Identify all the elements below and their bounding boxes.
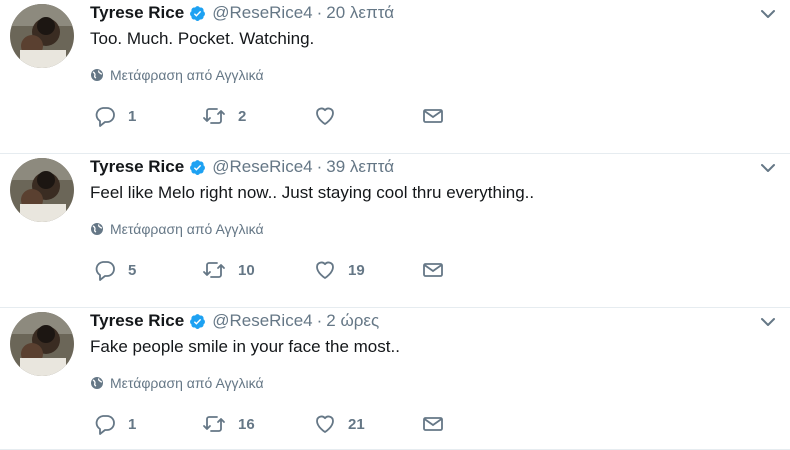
reply-icon	[95, 107, 115, 127]
display-name[interactable]: Tyrese Rice	[90, 311, 184, 331]
globe-icon	[91, 377, 103, 389]
like-count: 21	[348, 415, 365, 433]
translate-link[interactable]: Μετάφραση από Αγγλικά	[90, 375, 780, 391]
tweet-header: Tyrese Rice @ReseRice4 · 2 ώρες	[90, 308, 780, 334]
reply-count: 1	[128, 107, 137, 125]
tweet-header: Tyrese Rice @ReseRice4 · 20 λεπτά	[90, 0, 780, 26]
reply-count: 5	[128, 261, 137, 279]
translate-label: Μετάφραση από Αγγλικά	[110, 221, 264, 237]
like-count: 19	[348, 261, 365, 279]
tweet-actions: 1 2	[90, 103, 470, 129]
tweet-feed: Tyrese Rice @ReseRice4 · 20 λεπτά Too. M…	[0, 0, 790, 450]
translate-link[interactable]: Μετάφραση από Αγγλικά	[90, 67, 780, 83]
handle[interactable]: @ReseRice4	[212, 157, 312, 177]
verified-badge-icon	[190, 5, 206, 21]
avatar[interactable]	[10, 312, 74, 376]
envelope-icon	[423, 263, 443, 277]
translate-link[interactable]: Μετάφραση από Αγγλικά	[90, 221, 780, 237]
reply-button[interactable]: 1	[94, 103, 136, 129]
direct-message-button[interactable]	[422, 411, 444, 437]
tweet[interactable]: Tyrese Rice @ReseRice4 · 39 λεπτά Feel l…	[0, 154, 790, 308]
separator-dot: ·	[316, 3, 323, 22]
reply-button[interactable]: 1	[94, 411, 136, 437]
tweet-text: Feel like Melo right now.. Just staying …	[90, 183, 535, 202]
globe-icon	[91, 223, 103, 235]
separator-dot: ·	[316, 311, 323, 330]
display-name[interactable]: Tyrese Rice	[90, 157, 184, 177]
reply-count: 1	[128, 415, 137, 433]
chevron-down-icon[interactable]	[758, 158, 778, 178]
like-button[interactable]: 19	[314, 257, 365, 283]
tweet-actions: 1 16 21	[90, 411, 470, 437]
timestamp[interactable]: 2 ώρες	[326, 311, 379, 331]
retweet-icon	[203, 262, 225, 278]
verified-badge-icon	[190, 159, 206, 175]
translate-label: Μετάφραση από Αγγλικά	[110, 67, 264, 83]
like-button[interactable]: 21	[314, 411, 365, 437]
handle[interactable]: @ReseRice4	[212, 311, 312, 331]
retweet-button[interactable]: 16	[202, 411, 255, 437]
avatar[interactable]	[10, 158, 74, 222]
heart-icon	[316, 261, 334, 279]
like-button[interactable]	[314, 103, 348, 129]
envelope-icon	[423, 109, 443, 123]
translate-label: Μετάφραση από Αγγλικά	[110, 375, 264, 391]
reply-button[interactable]: 5	[94, 257, 136, 283]
retweet-icon	[203, 108, 225, 124]
retweet-count: 16	[238, 415, 255, 433]
retweet-icon	[203, 416, 225, 432]
handle[interactable]: @ReseRice4	[212, 3, 312, 23]
verified-badge-icon	[190, 313, 206, 329]
display-name[interactable]: Tyrese Rice	[90, 3, 184, 23]
tweet[interactable]: Tyrese Rice @ReseRice4 · 2 ώρες Fake peo…	[0, 308, 790, 450]
tweet-text: Fake people smile in your face the most.…	[90, 337, 400, 356]
heart-icon	[316, 107, 334, 125]
retweet-count: 2	[238, 107, 247, 125]
separator-dot: ·	[316, 157, 323, 176]
chevron-down-icon[interactable]	[758, 4, 778, 24]
tweet-header: Tyrese Rice @ReseRice4 · 39 λεπτά	[90, 154, 780, 180]
retweet-button[interactable]: 2	[202, 103, 246, 129]
tweet[interactable]: Tyrese Rice @ReseRice4 · 20 λεπτά Too. M…	[0, 0, 790, 154]
timestamp[interactable]: 20 λεπτά	[326, 3, 394, 23]
envelope-icon	[423, 417, 443, 431]
tweet-text: Too. Much. Pocket. Watching.	[90, 29, 315, 48]
timestamp[interactable]: 39 λεπτά	[326, 157, 394, 177]
tweet-actions: 5 10 19	[90, 257, 470, 283]
globe-icon	[91, 69, 103, 81]
heart-icon	[316, 415, 334, 433]
avatar[interactable]	[10, 4, 74, 68]
direct-message-button[interactable]	[422, 257, 444, 283]
reply-icon	[95, 415, 115, 435]
direct-message-button[interactable]	[422, 103, 444, 129]
chevron-down-icon[interactable]	[758, 312, 778, 332]
reply-icon	[95, 261, 115, 281]
retweet-count: 10	[238, 261, 255, 279]
retweet-button[interactable]: 10	[202, 257, 255, 283]
